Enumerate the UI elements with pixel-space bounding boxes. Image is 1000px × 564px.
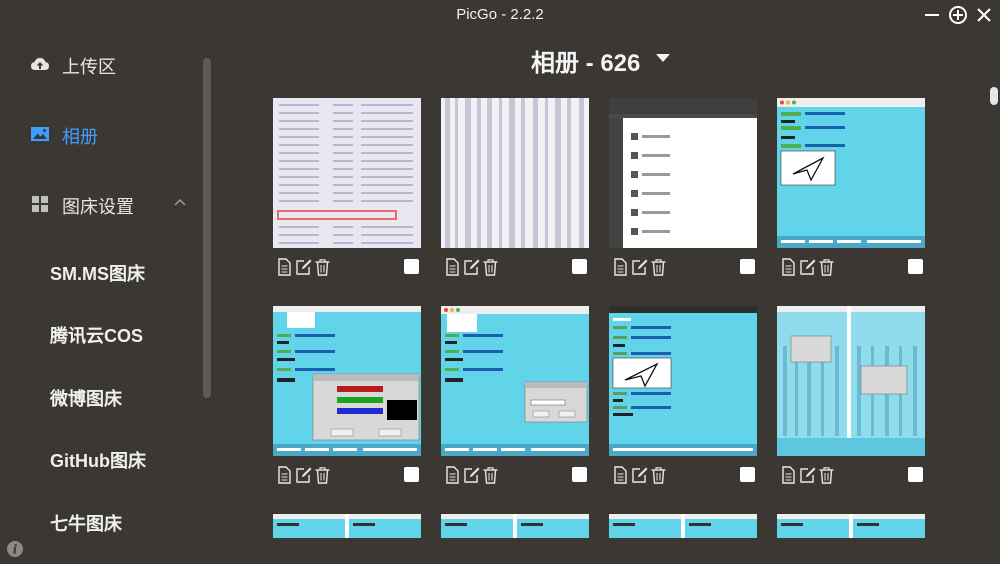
edit-icon[interactable] bbox=[463, 258, 480, 276]
image-thumbnail[interactable] bbox=[273, 98, 421, 248]
image-thumbnail[interactable] bbox=[273, 514, 421, 538]
trash-icon[interactable] bbox=[482, 466, 499, 484]
sidebar-subitem-smms[interactable]: SM.MS图床 bbox=[50, 260, 145, 286]
edit-icon[interactable] bbox=[295, 466, 312, 484]
sidebar-item-label: 上传区 bbox=[62, 57, 116, 77]
sidebar-item-label: 相册 bbox=[62, 127, 98, 147]
file-text-icon[interactable] bbox=[780, 258, 797, 276]
trash-icon[interactable] bbox=[650, 466, 667, 484]
edit-icon[interactable] bbox=[463, 466, 480, 484]
select-checkbox[interactable] bbox=[740, 467, 755, 482]
file-text-icon[interactable] bbox=[444, 258, 461, 276]
edit-icon[interactable] bbox=[631, 258, 648, 276]
caret-down-icon[interactable] bbox=[655, 52, 671, 64]
image-thumbnail[interactable] bbox=[273, 306, 421, 456]
select-checkbox[interactable] bbox=[572, 259, 587, 274]
sidebar-item-label: 图床设置 bbox=[62, 197, 134, 217]
sidebar-scrollbar[interactable] bbox=[203, 58, 211, 398]
file-text-icon[interactable] bbox=[612, 466, 629, 484]
sidebar-subitem-github[interactable]: GitHub图床 bbox=[50, 447, 146, 473]
image-thumbnail[interactable] bbox=[777, 306, 925, 456]
image-icon bbox=[31, 127, 49, 141]
title-bar: PicGo - 2.2.2 bbox=[0, 0, 1000, 30]
sidebar-subitem-tencent-cos[interactable]: 腾讯云COS bbox=[50, 322, 143, 348]
image-thumbnail[interactable] bbox=[777, 514, 925, 538]
cloud-upload-icon bbox=[31, 58, 49, 70]
gallery-scrollbar[interactable] bbox=[990, 87, 998, 105]
sidebar: 上传区 相册 图床设置 SM.MS图床 腾讯云COS 微博图床 GitHub图床… bbox=[0, 30, 215, 564]
card-actions bbox=[777, 258, 925, 278]
sidebar-item-picbed-settings[interactable]: 图床设置 bbox=[0, 184, 200, 224]
select-checkbox[interactable] bbox=[404, 259, 419, 274]
close-icon[interactable] bbox=[974, 5, 994, 25]
gallery-title: 相册 - 626 bbox=[531, 50, 641, 77]
select-checkbox[interactable] bbox=[572, 467, 587, 482]
card-actions bbox=[609, 466, 757, 486]
card-actions bbox=[441, 466, 589, 486]
trash-icon[interactable] bbox=[482, 258, 499, 276]
select-checkbox[interactable] bbox=[740, 259, 755, 274]
minimize-icon[interactable] bbox=[922, 5, 942, 25]
grid-icon bbox=[32, 196, 48, 212]
select-checkbox[interactable] bbox=[908, 259, 923, 274]
card-actions bbox=[609, 258, 757, 278]
app-title: PicGo - 2.2.2 bbox=[456, 6, 544, 23]
card-actions bbox=[441, 258, 589, 278]
trash-icon[interactable] bbox=[650, 258, 667, 276]
file-text-icon[interactable] bbox=[276, 258, 293, 276]
edit-icon[interactable] bbox=[631, 466, 648, 484]
trash-icon[interactable] bbox=[314, 466, 331, 484]
sidebar-subitem-qiniu[interactable]: 七牛图床 bbox=[50, 510, 122, 536]
edit-icon[interactable] bbox=[799, 466, 816, 484]
file-text-icon[interactable] bbox=[780, 466, 797, 484]
chevron-up-icon bbox=[174, 199, 186, 206]
file-text-icon[interactable] bbox=[444, 466, 461, 484]
image-thumbnail[interactable] bbox=[609, 514, 757, 538]
select-checkbox[interactable] bbox=[404, 467, 419, 482]
file-text-icon[interactable] bbox=[612, 258, 629, 276]
file-text-icon[interactable] bbox=[276, 466, 293, 484]
image-thumbnail[interactable] bbox=[441, 98, 589, 248]
info-icon[interactable]: i bbox=[6, 540, 24, 558]
maximize-icon[interactable] bbox=[948, 5, 968, 25]
trash-icon[interactable] bbox=[818, 258, 835, 276]
trash-icon[interactable] bbox=[818, 466, 835, 484]
card-actions bbox=[777, 466, 925, 486]
sidebar-item-upload[interactable]: 上传区 bbox=[0, 44, 200, 84]
image-thumbnail[interactable] bbox=[609, 98, 757, 248]
card-actions bbox=[273, 466, 421, 486]
image-thumbnail[interactable] bbox=[777, 98, 925, 248]
image-thumbnail[interactable] bbox=[609, 306, 757, 456]
sidebar-item-gallery[interactable]: 相册 bbox=[0, 114, 200, 154]
trash-icon[interactable] bbox=[314, 258, 331, 276]
image-thumbnail[interactable] bbox=[441, 514, 589, 538]
select-checkbox[interactable] bbox=[908, 467, 923, 482]
edit-icon[interactable] bbox=[295, 258, 312, 276]
svg-text:i: i bbox=[13, 543, 18, 557]
image-thumbnail[interactable] bbox=[441, 306, 589, 456]
edit-icon[interactable] bbox=[799, 258, 816, 276]
card-actions bbox=[273, 258, 421, 278]
sidebar-subitem-weibo[interactable]: 微博图床 bbox=[50, 385, 122, 411]
